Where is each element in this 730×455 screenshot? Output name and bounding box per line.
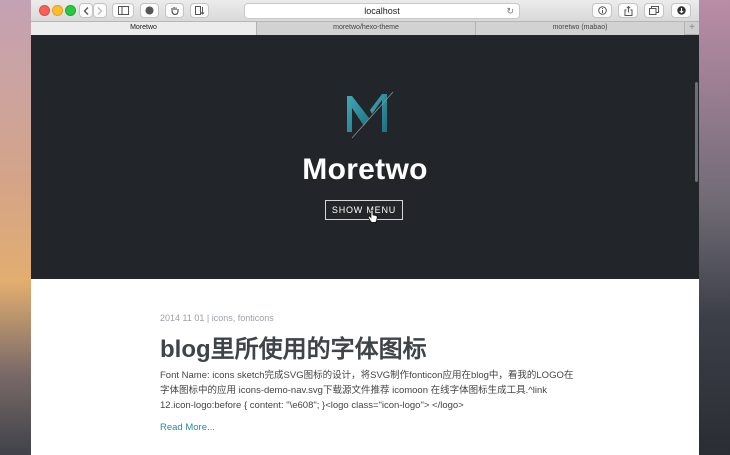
hero-header: Moretwo SHOW MENU (31, 35, 699, 279)
reload-icon[interactable]: ↻ (506, 4, 514, 18)
post-meta: 2014 11 01 | icons, fonticons (160, 313, 274, 323)
new-tab-button[interactable]: + (685, 22, 699, 34)
back-button[interactable] (79, 3, 93, 18)
desktop-wallpaper-left (0, 0, 31, 455)
tab-moretwo[interactable]: Moretwo (31, 22, 257, 35)
tab-label: moretwo (mabao) (552, 24, 608, 31)
tab-label: Moretwo (130, 24, 157, 31)
tabs-icon (649, 6, 659, 15)
hand-cursor-icon (368, 210, 378, 223)
chevron-right-icon (97, 6, 103, 15)
moretwo-logo-icon (347, 91, 394, 139)
hand-icon (170, 7, 179, 15)
address-text: localhost (364, 6, 400, 16)
sidebar-icon (117, 6, 129, 15)
close-window-button[interactable] (39, 5, 50, 16)
tabs-overview-button[interactable] (644, 3, 664, 18)
download-icon (676, 6, 686, 15)
share-icon (624, 5, 632, 16)
tab-hexo-theme[interactable]: moretwo/hexo-theme (257, 22, 476, 35)
browser-toolbar: localhost ↻ (31, 0, 699, 22)
desktop-wallpaper-right (699, 0, 730, 455)
forward-button[interactable] (93, 3, 107, 18)
post-date: 2014 11 01 (160, 313, 205, 323)
downloads-button[interactable] (671, 3, 691, 18)
post-excerpt-text: Font Name: icons sketch完成SVG图标的设计，将SVG制作… (160, 370, 574, 411)
read-more-link[interactable]: Read More... (160, 422, 215, 433)
address-bar[interactable]: localhost ↻ (244, 3, 520, 19)
post-title[interactable]: blog里所使用的字体图标 (160, 329, 427, 364)
site-title: Moretwo (302, 153, 428, 186)
extension-button[interactable] (140, 3, 159, 18)
extension-icon (145, 6, 154, 15)
bookmark-extension-button[interactable] (190, 3, 209, 18)
show-menu-button[interactable]: SHOW MENU (325, 200, 403, 220)
tab-bar: Moretwo moretwo/hexo-theme moretwo (maba… (31, 22, 699, 35)
reader-button[interactable] (592, 3, 612, 18)
post-tags[interactable]: icons, fonticons (212, 313, 274, 323)
zoom-window-button[interactable] (65, 5, 76, 16)
tab-mabao[interactable]: moretwo (mabao) (476, 22, 685, 35)
sidebar-toggle-button[interactable] (112, 3, 134, 18)
meta-separator: | (206, 313, 210, 323)
minimize-window-button[interactable] (52, 5, 63, 16)
scrollbar-thumb[interactable] (695, 82, 698, 182)
share-button[interactable] (618, 3, 638, 18)
tab-label: moretwo/hexo-theme (333, 24, 399, 31)
chevron-left-icon (83, 6, 89, 15)
bookmark-icon (194, 6, 204, 15)
info-icon (597, 6, 607, 15)
browser-window: localhost ↻ Moretwo moretwo/hexo-theme m… (31, 0, 699, 455)
hand-extension-button[interactable] (165, 3, 184, 18)
